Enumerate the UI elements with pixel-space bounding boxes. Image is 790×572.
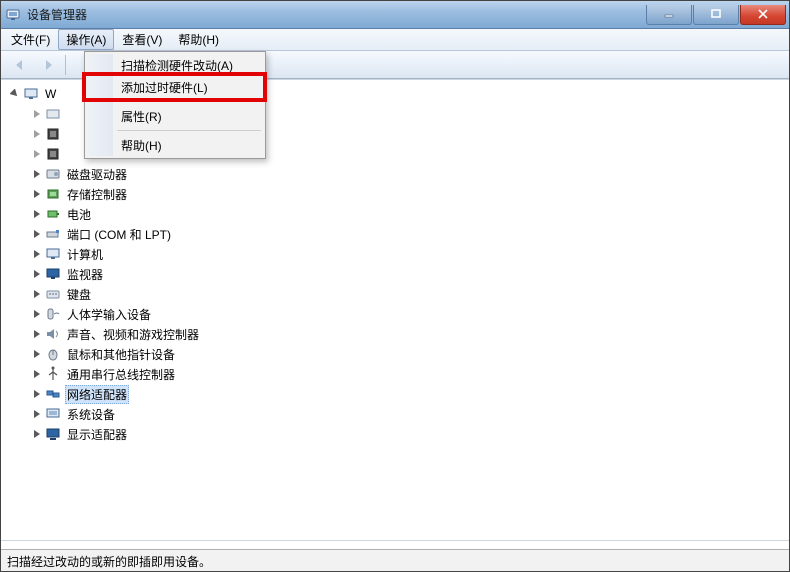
expander-icon[interactable] — [31, 268, 43, 280]
tree-row[interactable]: 磁盘驱动器 — [9, 164, 789, 184]
menu-action[interactable]: 操作(A) — [58, 29, 114, 50]
device-manager-window: 设备管理器 文件(F) 操作(A) 查看(V) 帮助(H) — [0, 0, 790, 572]
toolbar-separator — [65, 55, 66, 75]
back-button[interactable] — [7, 54, 33, 76]
expander-icon[interactable] — [31, 308, 43, 320]
expander-icon[interactable] — [31, 328, 43, 340]
battery-icon — [45, 206, 61, 222]
expander-icon[interactable] — [31, 388, 43, 400]
sound-icon — [45, 326, 61, 342]
statusbar: 扫描经过改动的或新的即插即用设备。 — [1, 549, 789, 571]
expander-icon[interactable] — [31, 108, 43, 120]
expander-icon[interactable] — [31, 288, 43, 300]
tree-row[interactable]: 声音、视频和游戏控制器 — [9, 324, 789, 344]
processor-icon — [45, 126, 61, 142]
expander-icon[interactable] — [31, 428, 43, 440]
expander-icon[interactable] — [9, 88, 21, 100]
expander-icon[interactable] — [31, 208, 43, 220]
tree-row[interactable]: 计算机 — [9, 244, 789, 264]
expander-icon[interactable] — [31, 168, 43, 180]
window-controls — [646, 5, 786, 25]
network-icon — [45, 386, 61, 402]
processor-icon — [45, 146, 61, 162]
expander-icon[interactable] — [31, 348, 43, 360]
tree-row[interactable]: 存储控制器 — [9, 184, 789, 204]
storage-icon — [45, 186, 61, 202]
menu-add-legacy-hardware[interactable]: 添加过时硬件(L) — [87, 76, 263, 98]
disk-icon — [45, 166, 61, 182]
minimize-button[interactable] — [646, 5, 692, 25]
menu-help-item[interactable]: 帮助(H) — [87, 134, 263, 156]
computer-icon — [23, 86, 39, 102]
monitor-icon — [45, 266, 61, 282]
tree-row[interactable]: 监视器 — [9, 264, 789, 284]
tree-row[interactable]: 键盘 — [9, 284, 789, 304]
dropdown-separator — [117, 101, 261, 102]
tree-row[interactable]: 电池 — [9, 204, 789, 224]
ide-icon — [45, 106, 61, 122]
tree-row[interactable]: 人体学输入设备 — [9, 304, 789, 324]
forward-button[interactable] — [35, 54, 61, 76]
expander-icon[interactable] — [31, 148, 43, 160]
window-title: 设备管理器 — [27, 6, 646, 23]
port-icon — [45, 226, 61, 242]
computer-icon — [45, 246, 61, 262]
tree-row[interactable]: 端口 (COM 和 LPT) — [9, 224, 789, 244]
tree-row[interactable]: 显示适配器 — [9, 424, 789, 444]
action-dropdown: 扫描检测硬件改动(A) 添加过时硬件(L) 属性(R) 帮助(H) — [84, 51, 266, 159]
keyboard-icon — [45, 286, 61, 302]
menu-view[interactable]: 查看(V) — [114, 29, 170, 50]
menu-scan-hardware[interactable]: 扫描检测硬件改动(A) — [87, 54, 263, 76]
expander-icon[interactable] — [31, 368, 43, 380]
expander-icon[interactable] — [31, 248, 43, 260]
expander-icon[interactable] — [31, 128, 43, 140]
titlebar: 设备管理器 — [1, 1, 789, 29]
statusbar-text: 扫描经过改动的或新的即插即用设备。 — [7, 555, 211, 569]
tree-root-label: W — [43, 86, 58, 102]
tree-row-network[interactable]: 网络适配器 — [9, 384, 789, 404]
usb-icon — [45, 366, 61, 382]
tree-row[interactable]: 鼠标和其他指针设备 — [9, 344, 789, 364]
menu-properties[interactable]: 属性(R) — [87, 105, 263, 127]
tree-row[interactable]: 通用串行总线控制器 — [9, 364, 789, 384]
expander-icon[interactable] — [31, 188, 43, 200]
close-button[interactable] — [740, 5, 786, 25]
mouse-icon — [45, 346, 61, 362]
hid-icon — [45, 306, 61, 322]
maximize-button[interactable] — [693, 5, 739, 25]
app-icon — [5, 7, 21, 23]
menu-file[interactable]: 文件(F) — [3, 29, 58, 50]
dropdown-separator — [117, 130, 261, 131]
tree-row[interactable]: 系统设备 — [9, 404, 789, 424]
expander-icon[interactable] — [31, 228, 43, 240]
menu-help[interactable]: 帮助(H) — [170, 29, 227, 50]
expander-icon[interactable] — [31, 408, 43, 420]
system-icon — [45, 406, 61, 422]
display-icon — [45, 426, 61, 442]
menubar: 文件(F) 操作(A) 查看(V) 帮助(H) — [1, 29, 789, 51]
